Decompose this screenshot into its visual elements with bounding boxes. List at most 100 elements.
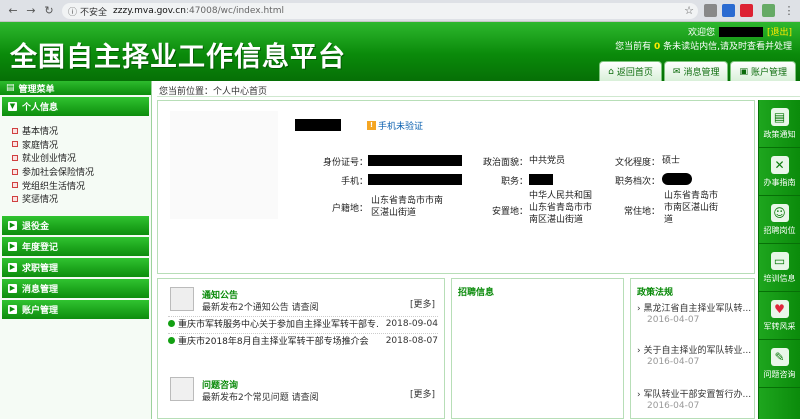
redacted-id (368, 155, 462, 166)
chat-icon: ✎ (770, 347, 789, 366)
document-icon: ▤ (770, 107, 789, 126)
sidebar-item-party[interactable]: 党组织生活情况 (12, 178, 151, 192)
list-item[interactable]: 重庆市2018年8月自主择业军转干部专场推介会 2018-08-07 (168, 333, 438, 347)
sidebar-group-messages[interactable]: ▶ 消息管理 (2, 278, 149, 298)
browser-chrome: ← → ↻ ⓘ 不安全 zzzy.mva.gov.cn:47008/wc/ind… (0, 0, 800, 22)
welcome-bar: 欢迎您 [退出] (688, 25, 792, 38)
sidebar-item-insurance[interactable]: 参加社会保险情况 (12, 165, 151, 179)
doc-icon (12, 168, 18, 175)
address-bar[interactable]: ⓘ 不安全 zzzy.mva.gov.cn:47008/wc/index.htm… (62, 3, 698, 19)
bookmark-star-icon[interactable]: ☆ (682, 4, 696, 18)
list-item-date: 2016-04-07 (647, 315, 700, 325)
document-icon (170, 287, 194, 311)
notice-more-link[interactable]: [更多] (410, 297, 435, 310)
redacted-job (529, 174, 553, 185)
doc-icon (12, 154, 18, 161)
edu-value: 硕士 (662, 156, 681, 166)
info-icon[interactable]: ⓘ (68, 5, 77, 18)
sidebar-item-employment[interactable]: 就业创业情况 (12, 151, 151, 165)
bullet-icon (168, 320, 175, 327)
doc-icon (12, 141, 18, 148)
jobs-panel: 招聘信息 (451, 278, 624, 419)
reload-icon[interactable]: ↻ (42, 4, 56, 18)
redacted-phone (368, 174, 462, 185)
residence-label: 常住地： (623, 207, 660, 217)
folder-icon: ▣ (739, 66, 748, 77)
jobs-title[interactable]: 招聘信息 (458, 285, 494, 298)
archive-label: 职务档次： (614, 177, 660, 187)
list-item[interactable]: 重庆市军转服务中心关于参加自主择业军转干部专... 2018-09-04 (168, 316, 438, 330)
expand-icon: ▶ (8, 262, 17, 272)
hukou-label: 户籍地： (331, 204, 368, 214)
url-text[interactable]: zzzy.mva.gov.cn:47008/wc/index.html (113, 6, 284, 16)
sidebar-group-jobseeking[interactable]: ▶ 求职管理 (2, 257, 149, 277)
expand-icon: ▶ (8, 241, 17, 251)
id-label: 身份证号： (322, 158, 368, 168)
menu-icon[interactable]: ⋮ (782, 4, 796, 18)
doc-icon (12, 195, 18, 202)
sidebar-group-account[interactable]: ▶ 账户管理 (2, 299, 149, 319)
job-label: 职务： (500, 177, 528, 187)
breadcrumb: 您当前位置：个人中心首页 (157, 81, 800, 97)
redacted-username (718, 26, 763, 37)
site-title: 全国自主择业工作信息平台 (10, 42, 346, 73)
phone-verify-link[interactable]: ! 手机未验证 (367, 119, 423, 132)
sidebar-item-family[interactable]: 家庭情况 (12, 138, 151, 152)
nav-account-button[interactable]: ▣ 账户管理 (730, 61, 796, 81)
redacted-name (295, 119, 341, 131)
notice-subtitle: 最新发布2个通知公告 请查阅 (202, 303, 319, 313)
politics-value: 中共党员 (529, 156, 566, 166)
quick-link-jobs[interactable]: ☺ 招聘岗位 (759, 196, 800, 244)
menu-icon: ▤ (6, 83, 15, 93)
sidebar: ▤ 管理菜单 ▼ 个人信息 基本情况 家庭情况 就业创业情况 参加社会保险情况 … (0, 81, 152, 419)
extension-icon[interactable] (762, 4, 775, 17)
qa-more-link[interactable]: [更多] (410, 387, 435, 400)
sidebar-item-awards[interactable]: 奖惩情况 (12, 192, 151, 206)
list-item[interactable]: › 军队转业干部安置暂行办... (637, 387, 752, 400)
redacted-archive (662, 173, 692, 185)
back-icon[interactable]: ← (6, 4, 20, 18)
quick-link-questions[interactable]: ✎ 问题咨询 (759, 340, 800, 388)
list-item-date: 2016-04-07 (647, 401, 700, 411)
bullet-icon (168, 337, 175, 344)
quick-link-policy-notice[interactable]: ▤ 政策通知 (759, 100, 800, 148)
sidebar-group-personal-info[interactable]: ▼ 个人信息 (2, 97, 149, 116)
mail-icon: ✉ (672, 66, 681, 77)
policy-panel: 政策法规 › 黑龙江省自主择业军队转... 2016-04-07 › 关于自主择… (630, 278, 755, 419)
sidebar-group-annual[interactable]: ▶ 年度登记 (2, 236, 149, 256)
logout-link[interactable]: [退出] (767, 25, 792, 38)
sidebar-group-pension[interactable]: ▶ 退役金 (2, 215, 149, 235)
list-item[interactable]: › 关于自主择业的军队转业... (637, 343, 752, 356)
quick-link-guide[interactable]: ✕ 办事指南 (759, 148, 800, 196)
warning-icon: ! (367, 121, 376, 130)
politics-label: 政治面貌： (482, 158, 528, 168)
unread-message-notice: 您当前有 0 条未读站内信,请及时查看并处理 (615, 42, 792, 52)
list-item-date: 2016-04-07 (647, 357, 700, 367)
checklist-icon (170, 377, 194, 401)
extension-icon[interactable] (740, 4, 753, 17)
insecure-label: 不安全 (80, 7, 108, 18)
expand-icon: ▶ (8, 283, 17, 293)
nav-home-button[interactable]: ⌂ 返回首页 (599, 61, 662, 81)
sidebar-item-basic[interactable]: 基本情况 (12, 124, 151, 138)
person-icon: ☺ (770, 203, 789, 222)
unread-count[interactable]: 0 (654, 42, 660, 52)
extension-icon[interactable] (704, 4, 717, 17)
placement-value: 中华人民共和国山东省青岛市市南区湛山街道 (529, 191, 593, 225)
doc-icon (12, 182, 18, 189)
edu-label: 文化程度： (614, 158, 660, 168)
quick-links-bar: ▤ 政策通知 ✕ 办事指南 ☺ 招聘岗位 ▭ 培训信息 ♥ 军转风采 ✎ 问题咨询 (758, 100, 800, 419)
policy-title[interactable]: 政策法规 (637, 285, 673, 298)
notice-panel: 通知公告 最新发布2个通知公告 请查阅 [更多] 重庆市军转服务中心关于参加自主… (157, 278, 445, 419)
forward-icon[interactable]: → (24, 4, 38, 18)
tools-icon: ✕ (770, 155, 789, 174)
quick-link-training[interactable]: ▭ 培训信息 (759, 244, 800, 292)
extension-icon[interactable] (722, 4, 735, 17)
qa-subtitle: 最新发布2个常见问题 请查阅 (202, 393, 319, 403)
placement-label: 安置地： (491, 207, 528, 217)
nav-messages-button[interactable]: ✉ 消息管理 (663, 61, 729, 81)
site-header: 全国自主择业工作信息平台 欢迎您 [退出] 您当前有 0 条未读站内信,请及时查… (0, 22, 800, 81)
home-icon: ⌂ (608, 66, 614, 77)
quick-link-showcase[interactable]: ♥ 军转风采 (759, 292, 800, 340)
list-item[interactable]: › 黑龙江省自主择业军队转... (637, 301, 752, 314)
